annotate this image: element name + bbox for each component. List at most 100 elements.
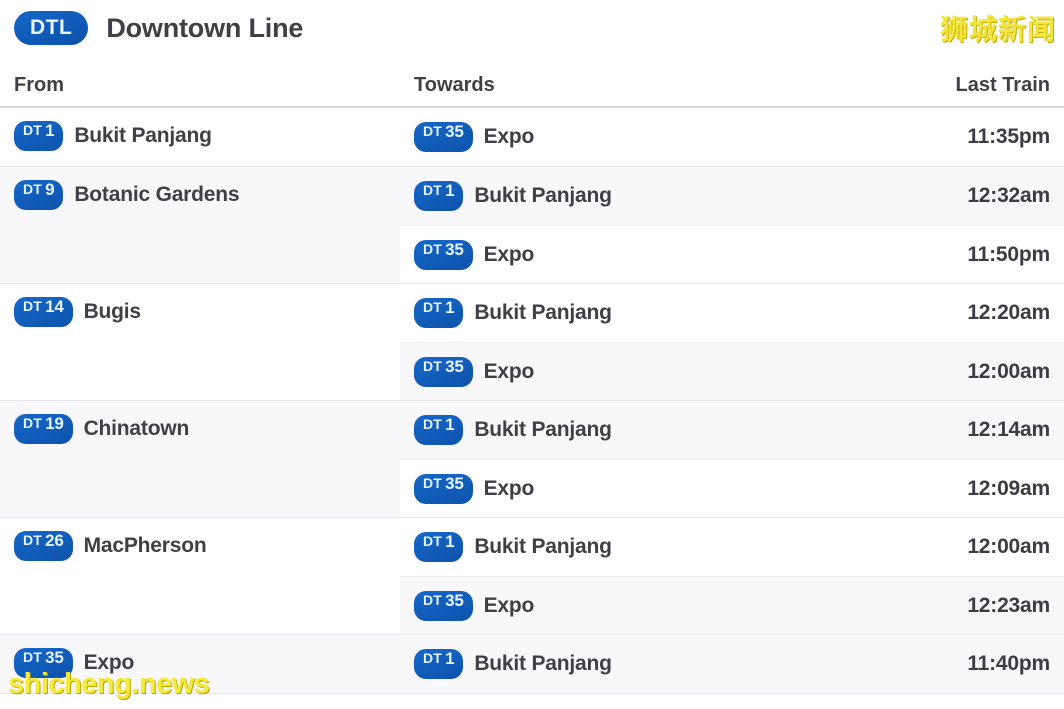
column-header-from: From	[14, 74, 64, 96]
station-code-number: 1	[445, 415, 455, 434]
towards-station: DT 35 Expo	[414, 239, 535, 270]
station-code-prefix: DT	[423, 416, 443, 432]
from-station: DT 35 Expo	[14, 648, 400, 678]
station-code-number: 1	[45, 121, 55, 140]
station-code-badge: DT 1	[414, 415, 464, 445]
station-name-label: MacPherson	[83, 534, 207, 557]
towards-station: DT 35 Expo	[414, 356, 535, 387]
station-name-label: Bukit Panjang	[474, 184, 612, 207]
table-row[interactable]: DT 1 Bukit Panjang 12:32am	[400, 167, 1064, 225]
table-row[interactable]: DT 1 Bukit Panjang 11:40pm	[400, 635, 1064, 693]
station-code-prefix: DT	[423, 299, 443, 315]
last-train-time: 12:32am	[967, 184, 1050, 207]
station-code-badge: DT 35	[414, 590, 473, 621]
line-code-badge: DTL	[14, 11, 89, 45]
from-station: DT 19 Chinatown	[14, 414, 400, 444]
table-row[interactable]: DT 35 Expo 12:23am	[400, 576, 1064, 634]
station-code-number: 35	[445, 356, 464, 376]
station-code-badge: DT 9	[14, 180, 64, 210]
trip-rows: DT 35 Expo 11:35pm	[400, 108, 1064, 166]
last-train-time: 11:35pm	[967, 125, 1050, 148]
station-code-badge: DT 14	[14, 297, 73, 327]
trip-rows: DT 1 Bukit Panjang 12:00am DT 35 Expo 12:23am	[400, 518, 1064, 634]
towards-station-cell: DT 35 Expo	[400, 239, 814, 270]
station-code-number: 1	[445, 532, 455, 551]
station-code-badge: DT 19	[14, 414, 73, 444]
station-name-label: Expo	[483, 476, 535, 500]
station-name-label: Bukit Panjang	[74, 124, 212, 147]
from-station-cell[interactable]: DT 9 Botanic Gardens	[0, 167, 400, 283]
station-code-prefix: DT	[423, 182, 443, 198]
from-station: DT 26 MacPherson	[14, 531, 400, 561]
towards-station: DT 35 Expo	[414, 590, 535, 621]
table-row[interactable]: DT 1 Bukit Panjang 12:00am	[400, 518, 1064, 576]
station-code-number: 1	[445, 298, 455, 317]
last-train-time: 11:50pm	[967, 242, 1050, 266]
station-group: DT 26 MacPherson DT 1 Bukit Panjang 12:00am DT 3…	[0, 518, 1064, 635]
trip-rows: DT 1 Bukit Panjang 12:20am DT 35 Expo 12:00am	[400, 284, 1064, 400]
station-code-number: 9	[45, 180, 55, 199]
last-train-time: 12:23am	[967, 593, 1050, 617]
trip-rows: DT 1 Bukit Panjang 12:14am DT 35 Expo 12:09am	[400, 401, 1064, 517]
station-name-label: Expo	[483, 593, 535, 617]
table-row[interactable]: DT 35 Expo 11:35pm	[400, 108, 1064, 166]
towards-station-cell: DT 1 Bukit Panjang	[400, 415, 814, 445]
station-code-prefix: DT	[423, 650, 443, 666]
from-station: DT 14 Bugis	[14, 297, 400, 327]
table-row[interactable]: DT 35 Expo 12:00am	[400, 342, 1064, 400]
station-code-badge: DT 35	[414, 356, 473, 387]
station-name-label: Botanic Gardens	[74, 183, 240, 206]
station-code-prefix: DT	[423, 123, 443, 139]
station-name-label: Bukit Panjang	[474, 301, 612, 324]
station-code-number: 35	[445, 122, 464, 141]
towards-station: DT 35 Expo	[414, 473, 535, 504]
last-train-time: 12:00am	[967, 535, 1050, 558]
station-code-number: 35	[45, 648, 64, 667]
station-name-label: Bukit Panjang	[474, 418, 612, 441]
from-station-cell[interactable]: DT 19 Chinatown	[0, 401, 400, 517]
station-code-number: 35	[445, 590, 464, 610]
station-code-number: 35	[445, 239, 464, 259]
table-row[interactable]: DT 1 Bukit Panjang 12:14am	[400, 401, 1064, 459]
station-code-badge: DT 26	[14, 531, 73, 561]
station-name-label: Expo	[483, 242, 535, 266]
page-title: Downtown Line	[106, 12, 304, 43]
station-code-badge: DT 1	[414, 181, 464, 211]
station-code-prefix: DT	[423, 591, 443, 608]
towards-station: DT 1 Bukit Panjang	[414, 649, 612, 679]
from-station-cell[interactable]: DT 35 Expo	[0, 635, 400, 693]
last-train-time: 11:40pm	[967, 652, 1050, 675]
last-train-time: 12:20am	[967, 301, 1050, 324]
towards-station: DT 1 Bukit Panjang	[414, 298, 612, 328]
towards-station-cell: DT 1 Bukit Panjang	[400, 181, 814, 211]
station-name-label: Expo	[483, 125, 535, 148]
from-station: DT 1 Bukit Panjang	[14, 121, 400, 151]
station-group: DT 1 Bukit Panjang DT 35 Expo 11:35pm	[0, 108, 1064, 167]
towards-station: DT 1 Bukit Panjang	[414, 415, 612, 445]
table-row[interactable]: DT 1 Bukit Panjang 12:20am	[400, 284, 1064, 342]
station-code-prefix: DT	[23, 181, 43, 197]
last-train-time: 12:00am	[967, 359, 1050, 383]
from-station-cell[interactable]: DT 26 MacPherson	[0, 518, 400, 634]
from-station: DT 9 Botanic Gardens	[14, 180, 400, 210]
column-header-last-train: Last Train	[955, 74, 1050, 96]
station-code-prefix: DT	[423, 357, 443, 374]
station-code-prefix: DT	[23, 122, 43, 138]
towards-station-cell: DT 35 Expo	[400, 473, 814, 504]
station-code-badge: DT 35	[414, 473, 473, 504]
trip-rows: DT 1 Bukit Panjang 11:40pm	[400, 635, 1064, 693]
station-group: DT 19 Chinatown DT 1 Bukit Panjang 12:14am DT 35…	[0, 401, 1064, 518]
table-row[interactable]: DT 35 Expo 12:09am	[400, 459, 1064, 517]
station-group: DT 14 Bugis DT 1 Bukit Panjang 12:20am DT 35 Expo…	[0, 284, 1064, 401]
from-station-cell[interactable]: DT 14 Bugis	[0, 284, 400, 400]
station-name-label: Expo	[483, 359, 535, 383]
from-station-cell[interactable]: DT 1 Bukit Panjang	[0, 108, 400, 166]
table-row[interactable]: DT 35 Expo 11:50pm	[400, 225, 1064, 283]
station-name-label: Chinatown	[83, 417, 190, 440]
station-code-prefix: DT	[423, 240, 443, 257]
station-code-number: 19	[45, 414, 64, 433]
trip-rows: DT 1 Bukit Panjang 12:32am DT 35 Expo 11:50pm	[400, 167, 1064, 283]
station-code-number: 14	[45, 297, 64, 316]
station-code-prefix: DT	[23, 298, 43, 314]
station-code-prefix: DT	[23, 415, 43, 431]
